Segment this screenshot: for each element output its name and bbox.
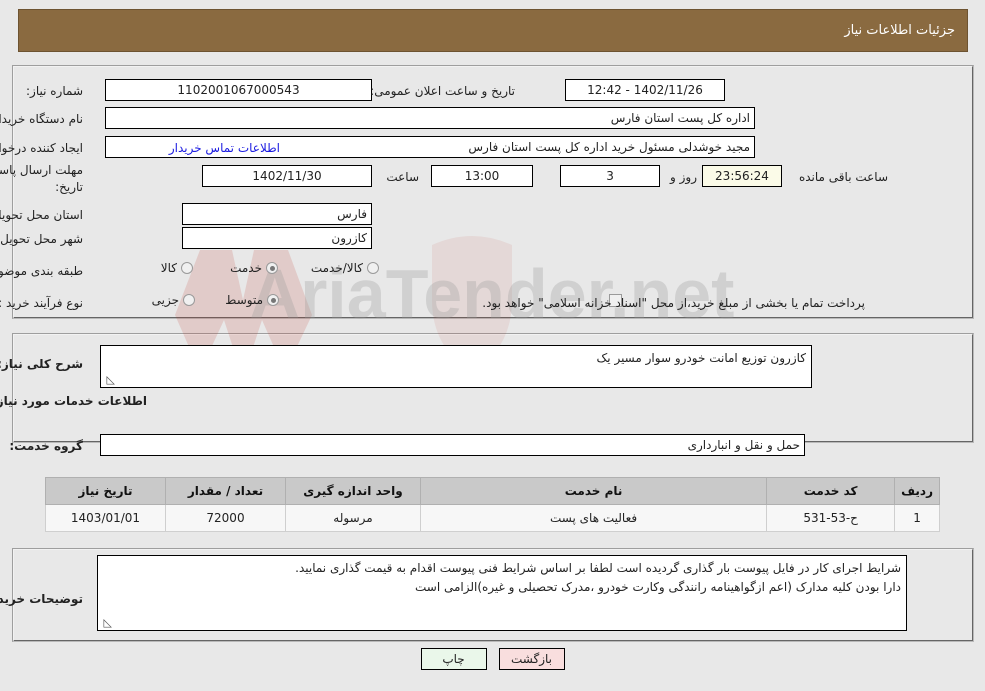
resize-handle-icon[interactable]: ◺: [103, 374, 115, 386]
countdown-suffix-label: ساعت باقی مانده: [798, 170, 888, 184]
hour-label: ساعت: [386, 170, 419, 184]
back-button[interactable]: بازگشت: [498, 648, 565, 670]
buyer-org-label: نام دستگاه خریدار:: [0, 112, 83, 126]
services-table-wrapper: ردیف کد خدمت نام خدمت واحد اندازه گیری ت…: [45, 477, 940, 532]
need-number-label: شماره نیاز:: [26, 84, 83, 98]
countdown-value: 23:56:24: [702, 165, 782, 187]
service-group-value: حمل و نقل و انبارداری: [100, 434, 805, 456]
page-title: جزئیات اطلاعات نیاز: [844, 23, 955, 38]
cell-service-name: فعالیت های پست: [419, 504, 768, 532]
city-label: شهر محل تحویل:: [0, 232, 83, 246]
announce-datetime-label: تاریخ و ساعت اعلان عمومی:: [370, 84, 515, 98]
days-suffix-label: روز و: [670, 170, 697, 184]
deadline-date-value: 1402/11/30: [202, 165, 372, 187]
province-label: استان محل تحویل:: [0, 208, 83, 222]
requester-label: ایجاد کننده درخواست:: [0, 141, 83, 155]
buyer-notes-line2: دارا بودن کلیه مدارک (اعم ازگواهینامه را…: [414, 579, 901, 594]
radio-label: جزیی: [151, 293, 179, 307]
cell-need-date: 1403/01/01: [45, 504, 166, 532]
th-unit: واحد اندازه گیری: [285, 477, 421, 505]
table-header-row: ردیف کد خدمت نام خدمت واحد اندازه گیری ت…: [45, 477, 940, 505]
radio-category-kala-khedmat[interactable]: کالا/خدمت: [311, 261, 379, 275]
radio-circle: [183, 294, 195, 306]
cell-row-no: 1: [894, 504, 940, 532]
buyer-notes-textarea[interactable]: شرایط اجرای کار در فایل پیوست بار گذاری …: [97, 555, 907, 631]
radio-circle-selected: [267, 294, 279, 306]
resize-handle-icon[interactable]: ◺: [100, 617, 112, 629]
radio-category-kala[interactable]: کالا: [161, 261, 193, 275]
page-header: جزئیات اطلاعات نیاز: [18, 9, 968, 52]
footer-button-row: بازگشت چاپ: [0, 648, 985, 670]
th-service-code: کد خدمت: [766, 477, 896, 505]
radio-label: متوسط: [225, 293, 263, 307]
deadline-label-line1: مهلت ارسال پاسخ: تا: [0, 163, 83, 177]
cell-quantity: 72000: [165, 504, 286, 532]
category-label: طبقه بندی موضوعی:: [0, 264, 83, 278]
radio-process-motevaset[interactable]: متوسط: [225, 293, 279, 307]
th-need-date: تاریخ نیاز: [45, 477, 166, 505]
th-quantity: تعداد / مقدار: [165, 477, 286, 505]
process-label: نوع فرآیند خرید :: [0, 296, 83, 310]
print-button[interactable]: چاپ: [420, 648, 487, 670]
buyer-org-value: اداره کل پست استان فارس: [105, 107, 755, 129]
table-row: 1 ح-53-531 فعالیت های پست مرسوله 72000 1…: [45, 504, 940, 532]
hour-value: 13:00: [431, 165, 533, 187]
buyer-notes-line1: شرایط اجرای کار در فایل پیوست بار گذاری …: [295, 561, 901, 575]
service-group-label: گروه خدمت:: [9, 439, 83, 453]
radio-circle-selected: [266, 262, 278, 274]
cell-service-code: ح-53-531: [766, 504, 896, 532]
th-service-name: نام خدمت: [419, 477, 768, 505]
city-value: کازرون: [182, 227, 372, 249]
buyer-notes-label: توضیحات خریدار:: [0, 592, 83, 606]
page-root: AriaTender.net جزئیات اطلاعات نیاز شماره…: [0, 0, 985, 691]
radio-label: کالا/خدمت: [310, 261, 363, 275]
radio-circle: [367, 262, 379, 274]
cell-unit: مرسوله: [285, 504, 421, 532]
radio-process-jozee[interactable]: جزیی: [152, 293, 195, 307]
th-row-no: ردیف: [894, 477, 940, 505]
days-remaining-value: 3: [560, 165, 660, 187]
buyer-contact-link[interactable]: اطلاعات تماس خریدار: [169, 141, 280, 155]
radio-label: خدمت: [230, 261, 262, 275]
announce-datetime-value: 1402/11/26 - 12:42: [565, 79, 725, 101]
radio-category-khedmat[interactable]: خدمت: [230, 261, 278, 275]
description-label: شرح کلی نیاز:: [0, 357, 83, 371]
services-table: ردیف کد خدمت نام خدمت واحد اندازه گیری ت…: [45, 477, 940, 532]
need-info-panel: [12, 65, 974, 319]
radio-circle: [181, 262, 193, 274]
need-number-value: 1102001067000543: [105, 79, 372, 101]
description-textarea[interactable]: کازرون توزیع امانت خودرو سوار مسیر یک ◺: [100, 345, 812, 388]
treasury-bonds-text: پرداخت تمام یا بخشی از مبلغ خرید،از محل …: [482, 296, 865, 310]
radio-label: کالا: [160, 261, 177, 275]
deadline-label-line2: تاریخ:: [55, 180, 83, 194]
province-value: فارس: [182, 203, 372, 225]
services-section-title: اطلاعات خدمات مورد نیاز: [0, 394, 147, 408]
description-value: کازرون توزیع امانت خودرو سوار مسیر یک: [596, 351, 806, 365]
